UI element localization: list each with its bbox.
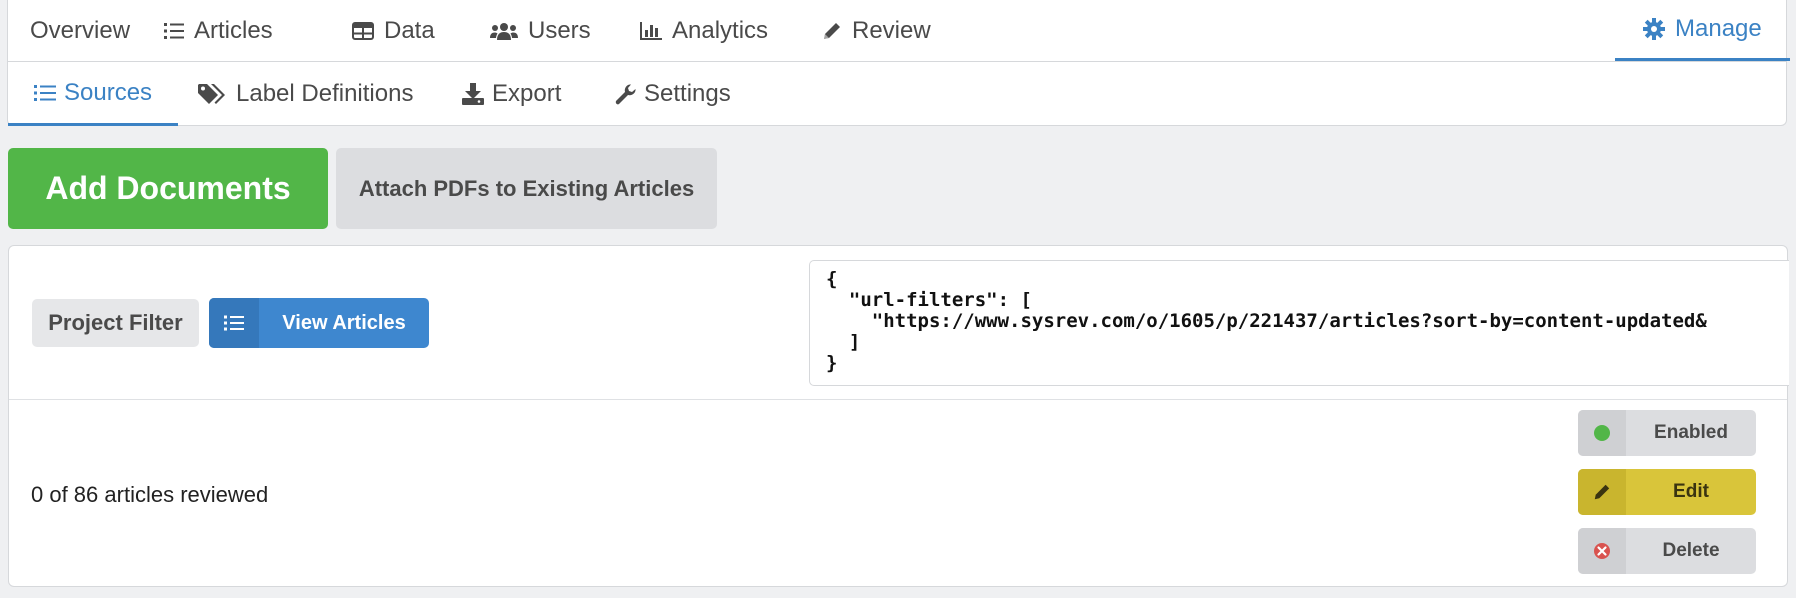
attach-pdfs-button[interactable]: Attach PDFs to Existing Articles: [336, 148, 717, 229]
tab-manage[interactable]: Manage: [1615, 0, 1790, 61]
users-icon: [490, 22, 518, 40]
source-filter-code: { "url-filters": [ "https://www.sysrev.c…: [809, 260, 1789, 386]
tab-users[interactable]: Users: [490, 0, 591, 61]
subtab-settings[interactable]: Settings: [614, 62, 731, 126]
add-documents-button[interactable]: Add Documents: [8, 148, 328, 229]
card-divider: [9, 399, 1787, 400]
reviewed-count: 0 of 86 articles reviewed: [31, 482, 269, 507]
status-dot-icon: [1578, 410, 1626, 456]
tab-articles[interactable]: Articles: [164, 0, 273, 61]
delete-button[interactable]: Delete: [1578, 528, 1756, 574]
tab-data[interactable]: Data: [352, 0, 435, 61]
view-articles-button[interactable]: View Articles: [209, 298, 429, 348]
wrench-icon: [614, 83, 636, 105]
edit-button[interactable]: Edit: [1578, 469, 1756, 515]
tab-review[interactable]: Review: [822, 0, 931, 61]
download-icon: [462, 83, 484, 105]
list-icon: [34, 84, 56, 102]
subtab-sources[interactable]: Sources: [8, 62, 179, 126]
table-icon: [352, 21, 374, 40]
source-type-label: Project Filter: [32, 299, 199, 347]
pencil-icon: [1578, 469, 1626, 515]
enabled-toggle-button[interactable]: Enabled: [1578, 410, 1756, 456]
tags-icon: [198, 83, 228, 105]
subtab-export[interactable]: Export: [462, 62, 561, 126]
subtab-label-definitions[interactable]: Label Definitions: [198, 62, 413, 126]
top-nav: Overview Articles Data Users Analytics R…: [7, 0, 1790, 62]
list-icon: [209, 298, 259, 348]
pencil-icon: [822, 21, 842, 41]
gear-icon: [1643, 18, 1665, 40]
source-card: Project Filter View Articles { "url-filt…: [8, 245, 1789, 587]
list-icon: [164, 22, 184, 40]
chart-icon: [640, 21, 662, 40]
close-circle-icon: [1578, 528, 1626, 574]
tab-analytics[interactable]: Analytics: [640, 0, 768, 61]
tab-overview[interactable]: Overview: [30, 0, 130, 61]
sub-nav: Sources Label Definitions Export Setting…: [7, 62, 1787, 126]
